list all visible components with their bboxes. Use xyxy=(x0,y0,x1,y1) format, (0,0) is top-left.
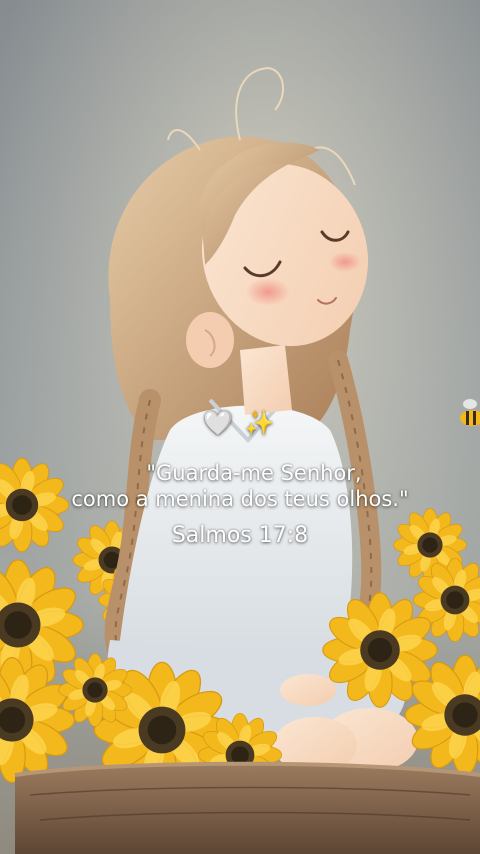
sparkles-icon: ✨ xyxy=(244,409,277,437)
white-heart-icon: 🤍 xyxy=(203,409,236,437)
story-frame: 🤍 ✨ "Guarda-me Senhor, como a menina dos… xyxy=(0,0,480,854)
verse-reference: Salmos 17:8 xyxy=(171,523,309,548)
quote-line-1: "Guarda-me Senhor, xyxy=(146,461,362,485)
quote-line-2: como a menina dos teus olhos." xyxy=(71,487,409,511)
emoji-line: 🤍 ✨ xyxy=(0,408,480,438)
